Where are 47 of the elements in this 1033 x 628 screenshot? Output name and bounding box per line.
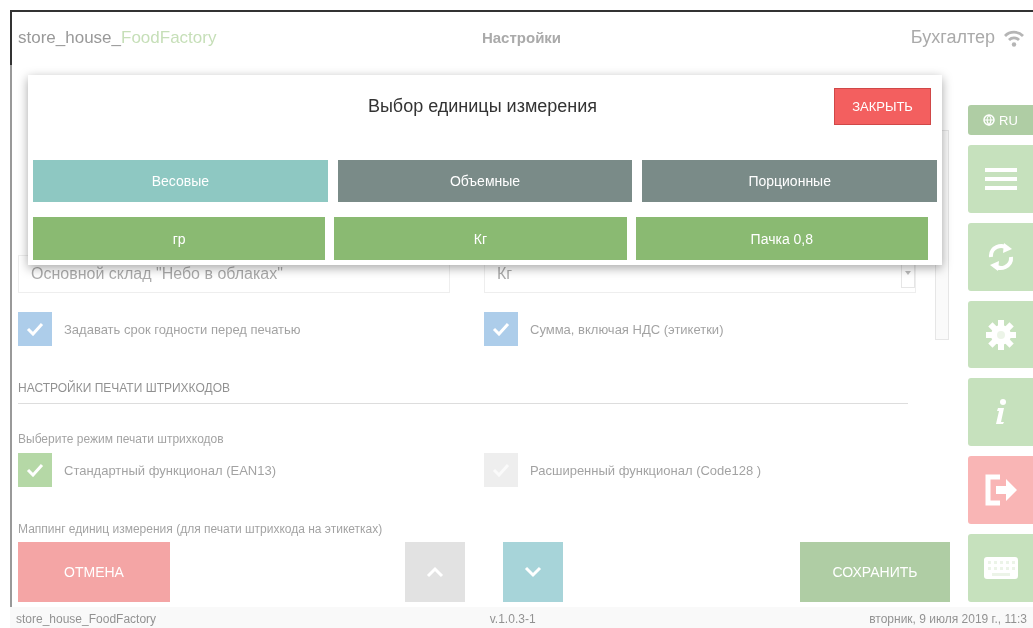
info-button[interactable] [968, 378, 1033, 447]
checkbox-label: Сумма, включая НДС (этикетки) [530, 321, 724, 337]
close-button[interactable]: ЗАКРЫТЬ [834, 88, 931, 125]
chevron-up-icon [425, 566, 445, 578]
keyboard-button[interactable] [968, 534, 1033, 602]
checkmark-icon [492, 322, 510, 336]
version-label: v.1.0.3-1 [489, 611, 536, 626]
unit-option-button[interactable]: гр [33, 217, 326, 260]
settings-icon [984, 318, 1017, 351]
category-tab[interactable]: Объемные [337, 160, 633, 202]
page-title: Настройки [480, 29, 563, 46]
option-label: Расширенный функционал (Code128 ) [530, 462, 762, 478]
checkmark-icon [26, 322, 44, 336]
status-app-name: store_house_FoodFactory [16, 611, 157, 626]
settings-button[interactable] [968, 300, 1033, 369]
user-role: Бухгалтер [910, 27, 995, 48]
app-name-prefix: store_house_ [18, 27, 122, 47]
sync-button[interactable] [968, 222, 1033, 291]
field-label: Маппинг единиц измерения (для печати штрихкода на этикетках) [18, 522, 383, 536]
checkbox-label: Задавать срок годности перед печатью [64, 321, 301, 337]
option-label: Стандартный функционал (EAN13) [64, 462, 277, 478]
keyboard-icon [983, 557, 1018, 580]
checkbox[interactable] [18, 312, 52, 346]
unit-option-button[interactable]: Кг [334, 217, 627, 260]
section-title: НАСТРОЙКИ ПЕЧАТИ ШТРИХКОДОВ [18, 381, 908, 404]
checkmark-icon [26, 463, 44, 477]
field-label: Выберите режим печати штрихкодов [18, 432, 224, 446]
radio-checkbox[interactable] [18, 453, 52, 487]
app-name-suffix: FoodFactory [121, 27, 217, 47]
unit-option-button[interactable]: Пачка 0,8 [635, 217, 928, 260]
date-time: вторник, 9 июля 2019 г., 11:3 [869, 611, 1027, 626]
exit-door-icon [983, 474, 1018, 507]
info-icon [993, 399, 1008, 426]
menu-icon [984, 167, 1017, 190]
save-button[interactable]: СОХРАНИТЬ [800, 542, 950, 602]
logout-button[interactable] [968, 456, 1033, 525]
cancel-button[interactable]: ОТМЕНА [18, 542, 170, 602]
chevron-down-icon [523, 566, 543, 578]
globe-icon [983, 114, 996, 126]
menu-button[interactable] [968, 145, 1033, 213]
category-tab[interactable]: Весовые [33, 160, 328, 202]
wifi-icon [1003, 28, 1025, 47]
category-tab[interactable]: Порционные [642, 160, 937, 202]
language-button[interactable]: RU [968, 105, 1033, 135]
dialog-title: Выбор единицы измерения [367, 96, 598, 117]
scroll-down-button[interactable] [503, 542, 563, 602]
checkbox[interactable] [484, 312, 518, 346]
